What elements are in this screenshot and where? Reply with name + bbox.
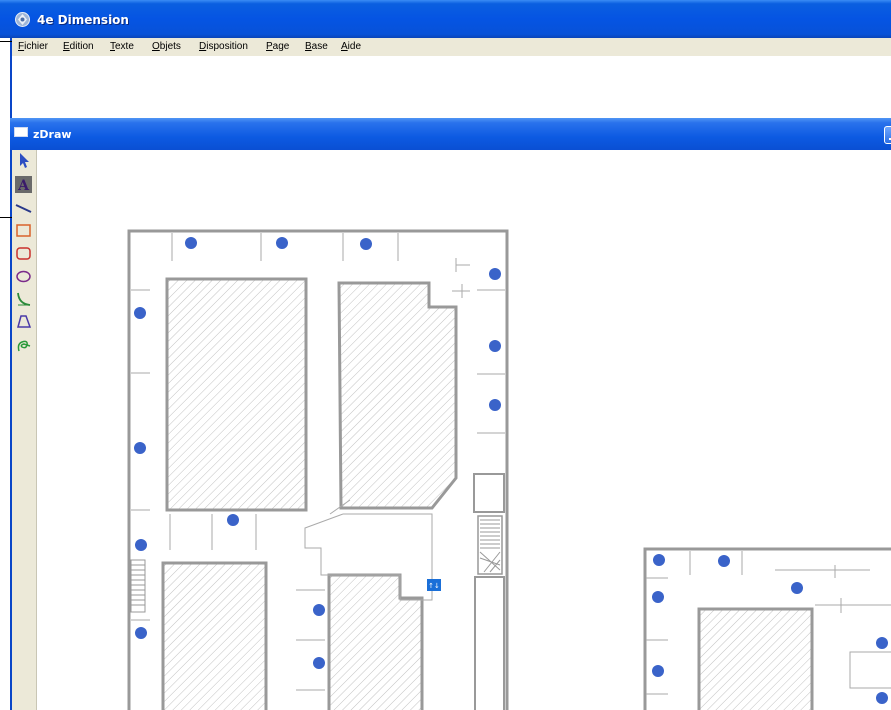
floor-plan-drawing: ↑↓ (127, 229, 891, 710)
polygon-tool-icon[interactable] (15, 313, 32, 330)
freehand-tool-icon[interactable] (15, 336, 32, 353)
svg-text:A: A (17, 178, 30, 193)
tool-palette: A (12, 150, 37, 710)
menu-aide[interactable]: Aide (341, 41, 361, 52)
room (849, 651, 891, 689)
menu-texte[interactable]: Texte (110, 41, 134, 52)
arc-tool-icon[interactable] (15, 291, 32, 308)
room (473, 473, 505, 513)
menu-edition[interactable]: Edition (63, 41, 94, 52)
room (474, 576, 505, 710)
menu-objets[interactable]: Objets (152, 41, 181, 52)
mdi-workspace (12, 56, 891, 116)
rounded-rectangle-tool-icon[interactable] (15, 245, 32, 262)
app-logo-icon (15, 12, 30, 27)
arrow-select-tool-icon[interactable] (15, 152, 32, 169)
screen: 4e Dimension Fichier Edition Texte Objet… (0, 0, 891, 710)
menu-fichier[interactable]: Fichier (18, 41, 48, 52)
app-title: 4e Dimension (37, 13, 129, 27)
menu-disposition[interactable]: Disposition (199, 41, 248, 52)
room (161, 561, 268, 710)
menu-bar: Fichier Edition Texte Objets Disposition… (10, 38, 891, 56)
text-tool-icon[interactable]: A (15, 176, 32, 193)
marker-label: ↑↓ (428, 582, 440, 590)
child-window-titlebar[interactable]: zDraw (10, 118, 891, 150)
minimize-button[interactable] (884, 126, 891, 144)
rectangle-tool-icon[interactable] (15, 222, 32, 239)
drawing-canvas[interactable]: ↑↓ (37, 150, 891, 710)
window-icon (14, 127, 28, 137)
stairs (130, 559, 146, 613)
room (337, 281, 458, 510)
room (697, 607, 814, 710)
menu-base[interactable]: Base (305, 41, 328, 52)
menu-page[interactable]: Page (266, 41, 289, 52)
building-left: ↑↓ (127, 229, 509, 710)
app-titlebar[interactable]: 4e Dimension (0, 0, 891, 38)
building-right (643, 547, 891, 710)
line-tool-icon[interactable] (15, 200, 32, 217)
room (327, 573, 424, 710)
annotation-line (0, 41, 12, 42)
room (165, 277, 308, 512)
child-window-title: zDraw (33, 128, 72, 141)
oval-tool-icon[interactable] (15, 268, 32, 285)
